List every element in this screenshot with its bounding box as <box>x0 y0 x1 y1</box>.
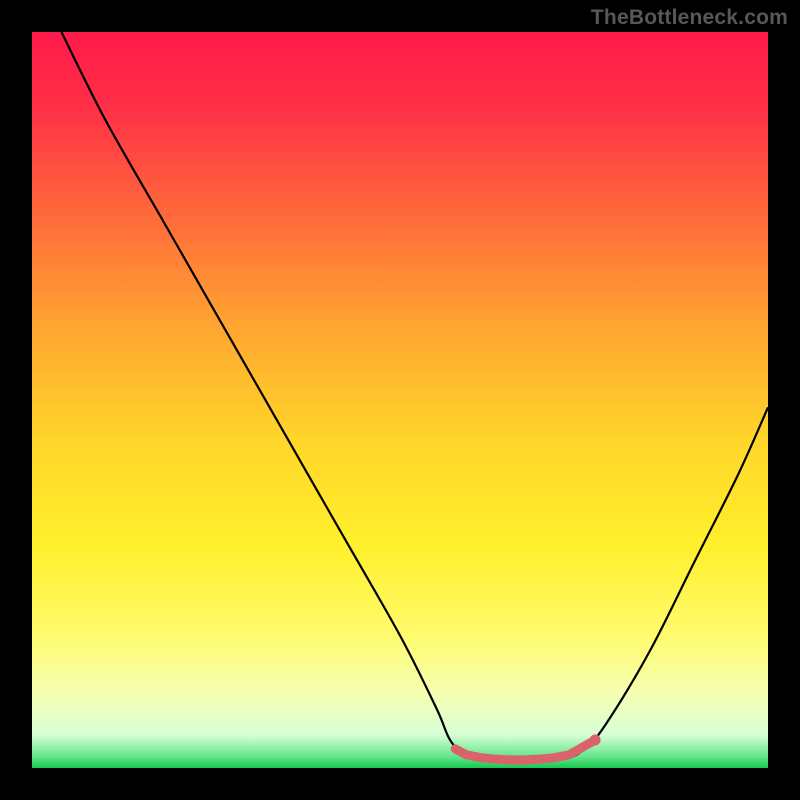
chart-frame: TheBottleneck.com <box>0 0 800 800</box>
chart-svg <box>32 32 768 768</box>
plot-area <box>32 32 768 768</box>
bottleneck-curve <box>61 32 768 761</box>
sweet-spot-end-dot <box>590 735 601 746</box>
sweet-spot-markers <box>455 735 600 760</box>
sweet-spot-line <box>455 740 595 760</box>
watermark-text: TheBottleneck.com <box>591 6 788 30</box>
